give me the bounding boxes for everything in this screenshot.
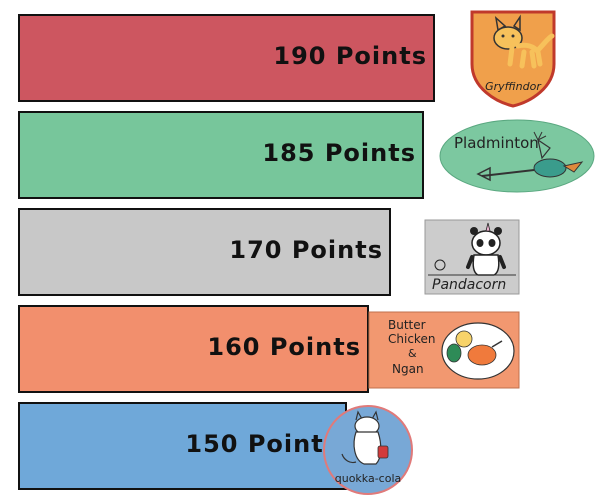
bar-value-label: 170 Points <box>229 236 383 264</box>
butter-chicken-plate-icon: Butter Chicken & Ngan <box>368 311 520 389</box>
butter-chicken-text-line-3: & <box>408 347 417 360</box>
pladminton-platypus-icon: Pladminton <box>439 119 595 193</box>
gryffindor-logo: Gryffindor <box>468 8 558 108</box>
pladminton-logo-text: Pladminton <box>454 134 539 152</box>
butter-chicken-text-line-2: Chicken <box>388 332 435 346</box>
pandacorn-icon: Pandacorn <box>424 219 520 295</box>
pandacorn-logo-text: Pandacorn <box>432 277 506 293</box>
butter-chicken-text-line-1: Butter <box>388 318 426 332</box>
gryffindor-cat-crest-icon: Gryffindor <box>470 10 556 108</box>
house-points-chart: 190 Points 185 Points 170 Points 160 Points… <box>0 0 608 504</box>
bar-value-label: 185 Points <box>262 139 416 167</box>
quokka-cola-logo-text: quokka-cola <box>335 472 402 485</box>
pladminton-logo: Pladminton <box>438 118 596 194</box>
bar-value-label: 150 Points <box>185 430 339 458</box>
gryffindor-logo-text: Gryffindor <box>485 80 542 93</box>
quokka-cola-logo: quokka-cola <box>322 404 414 496</box>
bar-value-label: 190 Points <box>273 42 427 70</box>
butter-chicken-text-line-4: Ngan <box>392 362 424 376</box>
bar-value-label: 160 Points <box>207 333 361 361</box>
pandacorn-logo: Pandacorn <box>424 219 520 295</box>
butter-chicken-logo: Butter Chicken & Ngan <box>368 311 520 389</box>
quokka-cola-cat-icon: quokka-cola <box>323 405 413 495</box>
